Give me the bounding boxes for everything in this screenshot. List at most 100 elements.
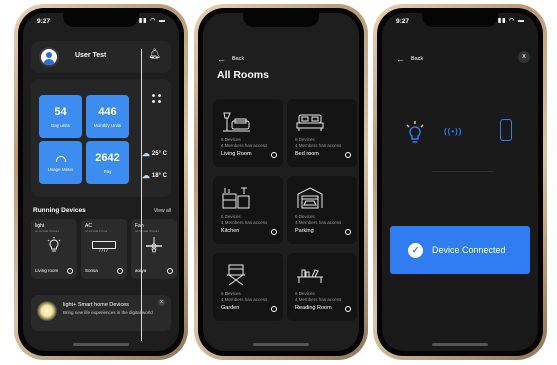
pay-tile[interactable]: 2642 Pay [86,141,129,184]
grid-menu-icon[interactable] [152,94,161,103]
chair-icon [227,264,245,286]
day-units-tile[interactable]: 54 Day units [39,95,82,138]
monthly-units-value: 446 [98,105,117,118]
room-card-reading-room[interactable]: 6 Devices 4 Members has access Reading R… [287,253,357,321]
device-card-light[interactable]: light on for last 4 hours Living room [31,219,77,279]
close-icon[interactable]: x [158,299,165,306]
bell-icon[interactable]: 🔔︎ [148,49,161,60]
user-icon [41,49,57,65]
power-toggle-icon[interactable] [345,152,351,158]
monthly-units-label: Monthly Units [93,122,122,128]
room-access: 4 Members has access [295,220,342,225]
room-name: Kitchen [221,228,240,234]
room-devices: 6 Devices [295,214,315,219]
cloud-icon: ☁ [141,171,150,180]
room-name: Garden [221,305,240,311]
day-units-value: 54 [54,105,67,118]
home-screen: 9:27 ▮▮ ◠ ▬ User Test 🔔︎ 54 Day units 44… [23,13,179,351]
light-bulb-icon [406,121,424,143]
device-runtime: on for last 1 hour [85,229,108,233]
power-toggle-icon[interactable] [271,229,277,235]
home-indicator[interactable] [253,343,309,346]
divider-line [432,171,494,172]
status-icons: ▮▮ ◠ ▬ [138,18,166,24]
device-card-ac[interactable]: AC on for last 1 hour //// Sonsa [81,219,127,279]
room-card-kitchen[interactable]: 6 Devices 4 Members has access Kitchen [213,176,283,244]
device-runtime: on for last 4 hours [35,229,60,233]
device-room: Sonsa [85,268,98,273]
connected-screen: 9:27 ▮▮ ◠ ▬ ← Back x ((•)) ✓ Device Conn… [382,13,538,351]
notch [243,13,319,27]
user-name: User Test [75,52,107,59]
room-access: 4 Members has access [221,143,268,148]
back-button[interactable]: ← Back [217,54,244,64]
status-time: 9:27 [396,18,410,25]
phone-connected: 9:27 ▮▮ ◠ ▬ ← Back x ((•)) ✓ Device Conn… [373,4,547,360]
room-name: Parking [295,228,314,234]
room-card-bed-room[interactable]: 6 Devices 4 Members has access Bed room [287,99,357,167]
room-access: 4 Members has access [221,297,268,302]
power-toggle-icon[interactable] [271,306,277,312]
rooms-screen: ← Back All Rooms 6 Devices 4 Members has… [203,13,359,351]
power-toggle-icon[interactable] [117,268,123,274]
device-card-fan[interactable]: Fan on for last 4 hours aorya [131,219,177,279]
promo-banner[interactable]: light+ Smart home Devices Bring new life… [31,295,171,331]
promo-title: light+ Smart home Devices [63,302,129,308]
power-toggle-icon[interactable] [67,268,73,274]
room-devices: 6 Devices [295,291,315,296]
room-access: 4 Members has access [295,143,342,148]
running-devices-title: Running Devices [33,207,86,214]
room-devices: 6 Devices [221,291,241,296]
weather-temp-1: 25° C [151,150,167,157]
home-indicator[interactable] [73,343,129,346]
room-card-garden[interactable]: 6 Devices 4 Members has access Garden [213,253,283,321]
page-title: All Rooms [217,69,269,81]
pay-value: 2642 [95,151,120,164]
power-toggle-icon[interactable] [167,268,173,274]
avatar[interactable] [39,47,59,67]
gauge-icon [55,155,66,162]
promo-text: Bring new life experiences in the digita… [63,310,153,315]
lamp-sofa-icon [223,112,250,132]
cloud-sun-icon: ☁ [141,149,150,158]
power-toggle-icon[interactable] [345,229,351,235]
room-access: 4 Members has access [295,297,342,302]
room-card-parking[interactable]: 6 Devices 4 Members has access Parking [287,176,357,244]
status-bar: 9:27 ▮▮ ◠ ▬ [382,16,538,28]
home-indicator[interactable] [432,343,488,346]
back-label: Back [411,56,424,62]
profile-header: User Test 🔔︎ [31,41,171,73]
monthly-units-tile[interactable]: 446 Monthly Units [86,95,129,138]
light-bulb-icon [31,237,77,258]
room-devices: 6 Devices [221,214,241,219]
checkmark-icon: ✓ [408,242,423,258]
room-name: Living Room [221,151,252,157]
app-showcase: 9:27 ▮▮ ◠ ▬ User Test 🔔︎ 54 Day units 44… [0,0,557,365]
close-icon[interactable]: x [518,51,530,63]
view-all-link[interactable]: View all [154,208,171,214]
glowing-bulb-icon [37,301,57,321]
status-bar: 9:27 ▮▮ ◠ ▬ [23,16,179,28]
power-toggle-icon[interactable] [271,152,277,158]
status-icons: ▮▮ ◠ ▬ [497,18,525,24]
connection-graphic: ((•)) [382,119,538,149]
room-card-living-room[interactable]: 6 Devices 4 Members has access Living Ro… [213,99,283,167]
usage-dashboard: 54 Day units 446 Monthly Units Usage Met… [31,79,171,197]
connected-message: Device Connected [432,245,506,255]
phone-home: 9:27 ▮▮ ◠ ▬ User Test 🔔︎ 54 Day units 44… [14,4,188,360]
usage-meter-tile[interactable]: Usage Meter [39,141,82,184]
ceiling-fan-icon [131,237,177,258]
arrow-left-icon: ← [217,54,226,64]
room-access: 4 Members has access [221,220,268,225]
power-toggle-icon[interactable] [345,306,351,312]
room-devices: 6 Devices [221,137,241,142]
room-name: Reading Room [295,305,332,311]
device-room: Living room [35,268,59,273]
room-name: Bed room [295,151,319,157]
smartphone-icon [500,119,512,141]
arrow-left-icon: ← [396,54,405,64]
back-button[interactable]: ← Back [396,54,423,64]
kitchen-icon [222,187,250,209]
device-runtime: on for last 4 hours [135,229,160,233]
bookshelf-icon [297,269,323,283]
